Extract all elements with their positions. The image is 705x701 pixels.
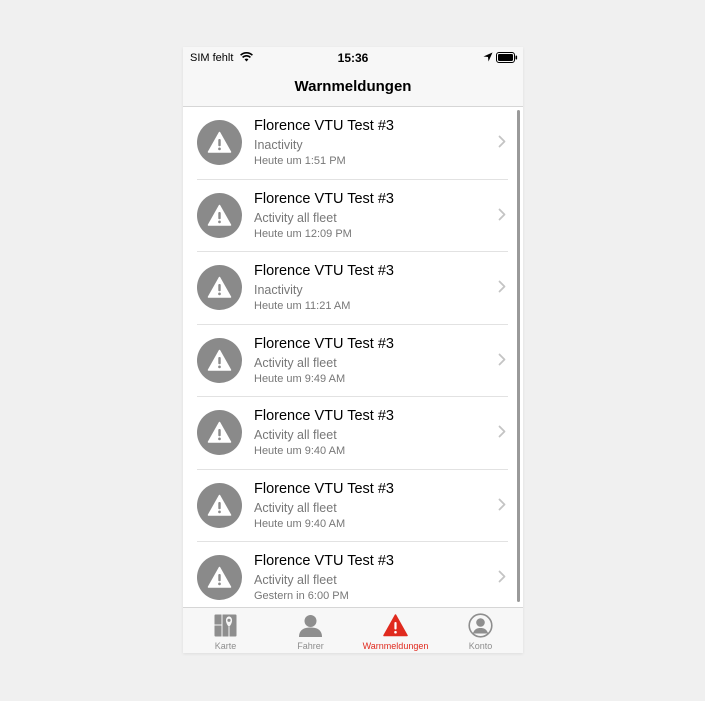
alert-list[interactable]: Florence VTU Test #3 Inactivity Heute um 1… (183, 107, 523, 607)
chevron-right-icon (498, 570, 506, 588)
alert-title: Florence VTU Test #3 (254, 553, 394, 569)
alert-type: Inactivity (254, 283, 303, 297)
navigation-bar: Warnmeldungen (183, 67, 523, 107)
alert-avatar (197, 482, 242, 528)
alert-time: Heute um 9:40 AM (254, 517, 346, 530)
alert-avatar (197, 265, 242, 310)
alert-row[interactable]: Florence VTU Test #3 Activity all fleet He… (183, 325, 523, 397)
alert-type: Activity all fleet (254, 355, 337, 370)
account-icon (468, 613, 493, 638)
alert-row[interactable]: Florence VTU Test #3 Activity all fleet He… (183, 180, 523, 252)
driver-icon (298, 613, 323, 638)
alert-title: Florence VTU Test #3 (254, 408, 394, 424)
page-title: Warnmeldungen (294, 78, 412, 95)
tab-karte[interactable]: Karte (183, 608, 268, 653)
alert-type: Activity all fleet (254, 210, 337, 225)
alert-avatar (197, 120, 242, 165)
alert-title: Florence VTU Test #3 (254, 190, 394, 207)
alert-row[interactable]: Florence VTU Test #3 Activity all fleet He… (183, 397, 523, 470)
alert-avatar (197, 410, 242, 455)
chevron-right-icon (498, 498, 506, 516)
alert-time: Heute um 1:51 PM (254, 155, 346, 167)
battery-icon (496, 52, 518, 66)
alert-title: Florence VTU Test #3 (254, 335, 394, 352)
alert-type: Activity all fleet (254, 428, 337, 442)
chevron-right-icon (498, 353, 506, 371)
alert-title: Florence VTU Test #3 (254, 480, 394, 497)
alert-type: Activity all fleet (254, 500, 337, 515)
alert-avatar (197, 555, 242, 600)
alert-row[interactable]: Florence VTU Test #3 Activity all fleet Ge… (183, 542, 523, 607)
alert-time: Heute um 12:09 PM (254, 227, 352, 240)
tab-label: Warnmeldungen (362, 641, 429, 651)
alert-time: Heute um 11:21 AM (254, 300, 351, 312)
alert-time: Heute um 9:40 AM (254, 445, 346, 457)
chevron-right-icon (498, 208, 506, 226)
alert-avatar (197, 192, 242, 238)
alert-row[interactable]: Florence VTU Test #3 Activity all fleet He… (183, 470, 523, 542)
alert-time: Heute um 9:49 AM (254, 372, 346, 385)
tab-konto[interactable]: Konto (438, 608, 523, 653)
tab-fahrer[interactable]: Fahrer (268, 608, 353, 653)
status-bar: SIM fehlt 15:36 (183, 47, 523, 67)
map-icon (213, 613, 238, 638)
alert-type: Inactivity (254, 138, 303, 152)
scrollbar[interactable] (517, 110, 520, 602)
alert-avatar (197, 337, 242, 383)
alert-row[interactable]: Florence VTU Test #3 Inactivity Heute um 1… (183, 252, 523, 325)
alert-time: Gestern in 6:00 PM (254, 590, 349, 602)
tab-label: Fahrer (297, 641, 324, 651)
tab-label: Konto (468, 641, 493, 651)
chevron-right-icon (498, 280, 506, 298)
tab-warnmeldungen[interactable]: Warnmeldungen (353, 608, 438, 653)
tab-bar: Karte Fahrer Warnmeldungen Konto (183, 607, 523, 653)
alert-title: Florence VTU Test #3 (254, 118, 394, 134)
status-time: 15:36 (337, 51, 369, 65)
location-arrow-icon (483, 52, 493, 65)
alert-row[interactable]: Florence VTU Test #3 Inactivity Heute um 1… (183, 107, 523, 180)
alert-type: Activity all fleet (254, 573, 337, 587)
phone-screen: SIM fehlt 15:36 Warnmeldungen Florence V… (183, 47, 523, 653)
alert-title: Florence VTU Test #3 (254, 263, 394, 279)
tab-label: Karte (214, 641, 237, 651)
warning-icon (383, 613, 408, 638)
chevron-right-icon (498, 135, 506, 153)
chevron-right-icon (498, 425, 506, 443)
